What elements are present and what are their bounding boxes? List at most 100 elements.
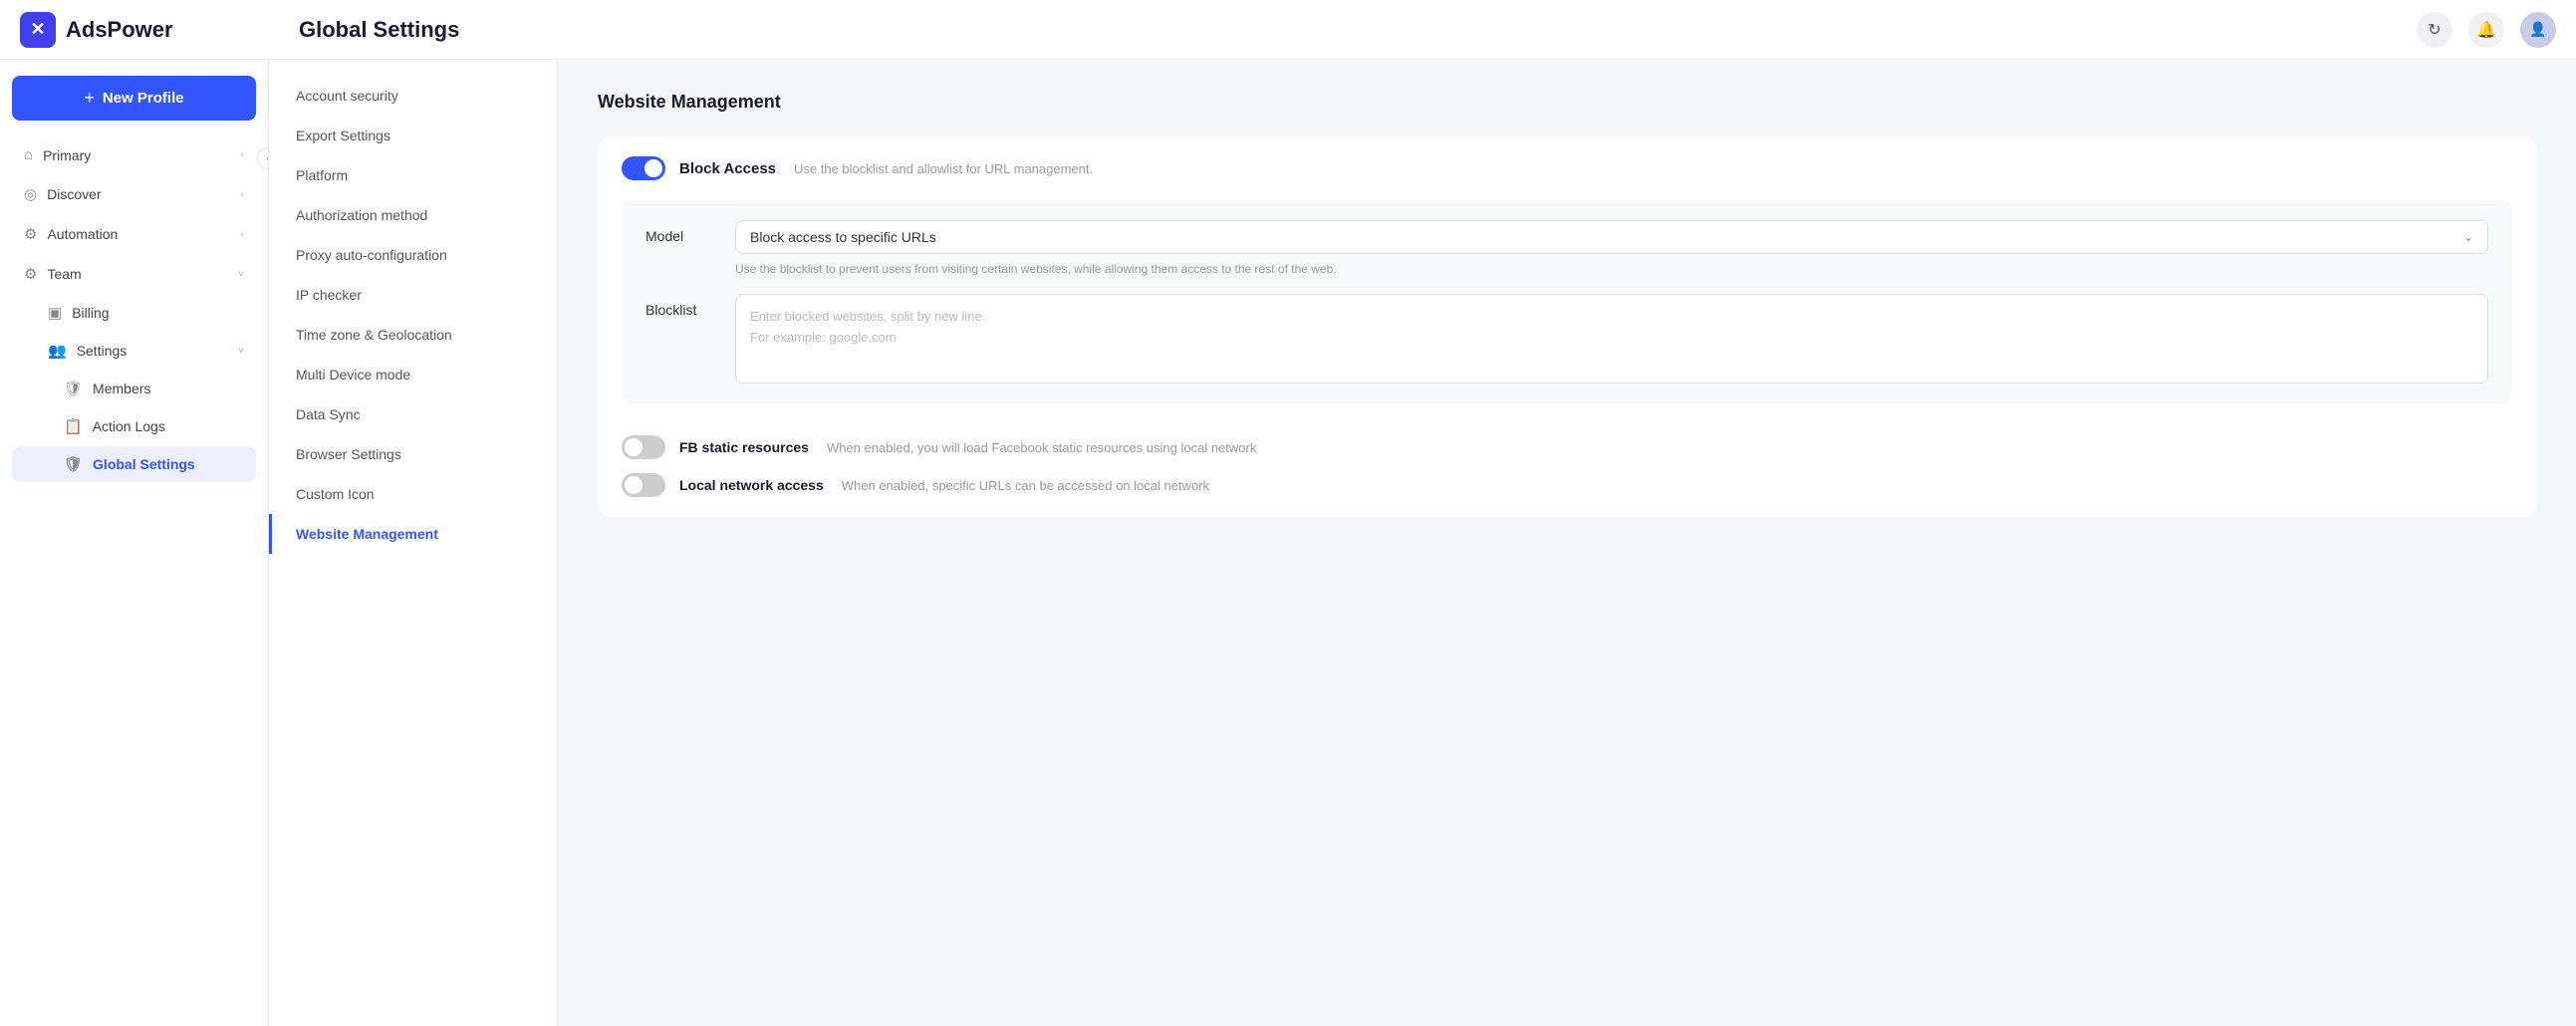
plus-icon: + [84, 88, 95, 109]
section-title: Website Management [598, 92, 2536, 113]
settings-nav-platform[interactable]: Platform [269, 155, 557, 195]
new-profile-button[interactable]: + New Profile [12, 76, 256, 121]
sidebar-item-members[interactable]: 🛡 Members [12, 371, 256, 406]
sidebar-item-label: Team [47, 266, 81, 282]
settings-nav-proxy-auto-configuration[interactable]: Proxy auto-configuration [269, 235, 557, 275]
local-network-toggle[interactable] [622, 473, 665, 497]
avatar-icon: 👤 [2529, 21, 2546, 38]
refresh-icon: ↻ [2428, 20, 2441, 40]
settings-nav-label: Proxy auto-configuration [296, 247, 447, 263]
sidebar-item-label: Settings [77, 343, 128, 359]
block-access-toggle[interactable] [622, 156, 665, 180]
settings-nav-multi-device-mode[interactable]: Multi Device mode [269, 355, 557, 394]
model-select-dropdown[interactable]: Block access to specific URLs ⌄ [735, 220, 2488, 254]
settings-nav-label: Multi Device mode [296, 367, 410, 383]
top-header: ✕ AdsPower Global Settings ↻ 🔔 👤 [0, 0, 2576, 60]
sidebar-item-billing[interactable]: ▣ Billing [12, 295, 256, 331]
bottom-toggles: FB static resources When enabled, you wi… [598, 423, 2536, 517]
settings-nav-browser-settings[interactable]: Browser Settings [269, 434, 557, 474]
settings-nav-export-settings[interactable]: Export Settings [269, 116, 557, 155]
page-title: Global Settings [279, 17, 2417, 43]
chevron-down-icon: ˅ [238, 269, 244, 280]
settings-nav: Account security Export Settings Platfor… [269, 60, 558, 1026]
settings-nav-label: Authorization method [296, 207, 427, 223]
settings-nav-ip-checker[interactable]: IP checker [269, 275, 557, 315]
bell-icon: 🔔 [2476, 20, 2496, 40]
settings-nav-label: Custom Icon [296, 486, 375, 502]
sidebar-item-label: Action Logs [93, 418, 165, 434]
sidebar-item-label: Automation [47, 226, 118, 242]
sidebar-item-action-logs[interactable]: 📋 Action Logs [12, 408, 256, 444]
toggle-track[interactable] [622, 435, 665, 459]
chevron-right-icon: › [241, 149, 244, 160]
settings-nav-label: Data Sync [296, 406, 361, 422]
sidebar-item-discover[interactable]: ◎ Discover › [12, 175, 256, 213]
team-icon: ⚙ [24, 265, 37, 283]
logo-area: ✕ AdsPower [20, 12, 279, 48]
chevron-right-icon: › [241, 229, 244, 240]
settings-nav-label: Platform [296, 167, 348, 183]
fb-static-row: FB static resources When enabled, you wi… [622, 435, 2512, 459]
content-area: Website Management Block Access Use the … [558, 60, 2576, 1026]
new-profile-label: New Profile [103, 90, 184, 107]
header-actions: ↻ 🔔 👤 [2417, 12, 2556, 48]
sidebar-item-primary[interactable]: ⌂ Primary › [12, 136, 256, 173]
toggle-track[interactable] [622, 156, 665, 180]
sidebar-item-label: Discover [47, 186, 101, 202]
settings-nav-website-management[interactable]: Website Management [269, 514, 557, 554]
sidebar-item-label: Billing [72, 305, 109, 321]
local-network-label: Local network access [679, 477, 824, 493]
global-settings-icon: 🛡 [64, 455, 83, 473]
fb-static-label: FB static resources [679, 439, 809, 455]
sidebar-item-settings[interactable]: 👥 Settings ˅ [12, 333, 256, 369]
notification-button[interactable]: 🔔 [2468, 12, 2504, 48]
website-management-card: Block Access Use the blocklist and allow… [598, 136, 2536, 517]
refresh-button[interactable]: ↻ [2417, 12, 2452, 48]
settings-nav-label: Browser Settings [296, 446, 401, 462]
collapse-icon: ‹ [266, 153, 269, 164]
model-description: Use the blocklist to prevent users from … [735, 260, 2488, 278]
settings-icon: 👥 [48, 342, 67, 360]
home-icon: ⌂ [24, 146, 33, 163]
sidebar: + New Profile ⌂ Primary › ◎ Discover › [0, 60, 269, 1026]
fb-static-toggle[interactable] [622, 435, 665, 459]
settings-nav-label: Account security [296, 88, 398, 104]
sidebar-nav: ⌂ Primary › ◎ Discover › ⚙ Automation › [12, 136, 256, 482]
settings-nav-custom-icon[interactable]: Custom Icon [269, 474, 557, 514]
local-network-description: When enabled, specific URLs can be acces… [842, 478, 1209, 493]
logo-icon: ✕ [20, 12, 56, 48]
sidebar-item-automation[interactable]: ⚙ Automation › [12, 215, 256, 253]
settings-nav-account-security[interactable]: Account security [269, 76, 557, 116]
sidebar-collapse-button[interactable]: ‹ [257, 147, 269, 169]
sidebar-item-label: Global Settings [93, 456, 195, 472]
chevron-down-icon: ˅ [238, 346, 244, 357]
model-select-value: Block access to specific URLs [750, 229, 936, 245]
model-label: Model [645, 220, 715, 244]
logo-text: AdsPower [66, 17, 173, 43]
settings-nav-label: Website Management [296, 526, 438, 542]
settings-nav-label: Time zone & Geolocation [296, 327, 452, 343]
model-control: Block access to specific URLs ⌄ Use the … [735, 220, 2488, 278]
fb-static-description: When enabled, you will load Facebook sta… [827, 440, 1256, 455]
settings-nav-time-zone-geolocation[interactable]: Time zone & Geolocation [269, 315, 557, 355]
model-blocklist-section: Model Block access to specific URLs ⌄ Us… [622, 200, 2512, 403]
toggle-track[interactable] [622, 473, 665, 497]
sidebar-item-team[interactable]: ⚙ Team ˅ [12, 255, 256, 293]
local-network-row: Local network access When enabled, speci… [622, 473, 2512, 497]
sidebar-item-label: Primary [43, 147, 91, 163]
members-icon: 🛡 [64, 380, 83, 397]
block-access-row: Block Access Use the blocklist and allow… [598, 136, 2536, 200]
settings-nav-label: IP checker [296, 287, 362, 303]
avatar-button[interactable]: 👤 [2520, 12, 2556, 48]
settings-nav-authorization-method[interactable]: Authorization method [269, 195, 557, 235]
blocklist-row: Blocklist [645, 294, 2488, 384]
blocklist-textarea[interactable] [735, 294, 2488, 384]
automation-icon: ⚙ [24, 225, 37, 243]
settings-nav-data-sync[interactable]: Data Sync [269, 394, 557, 434]
block-access-description: Use the blocklist and allowlist for URL … [794, 161, 1093, 176]
action-logs-icon: 📋 [64, 417, 83, 435]
main-layout: + New Profile ⌂ Primary › ◎ Discover › [0, 60, 2576, 1026]
sidebar-item-global-settings[interactable]: 🛡 Global Settings [12, 446, 256, 482]
settings-nav-label: Export Settings [296, 128, 390, 143]
discover-icon: ◎ [24, 185, 37, 203]
